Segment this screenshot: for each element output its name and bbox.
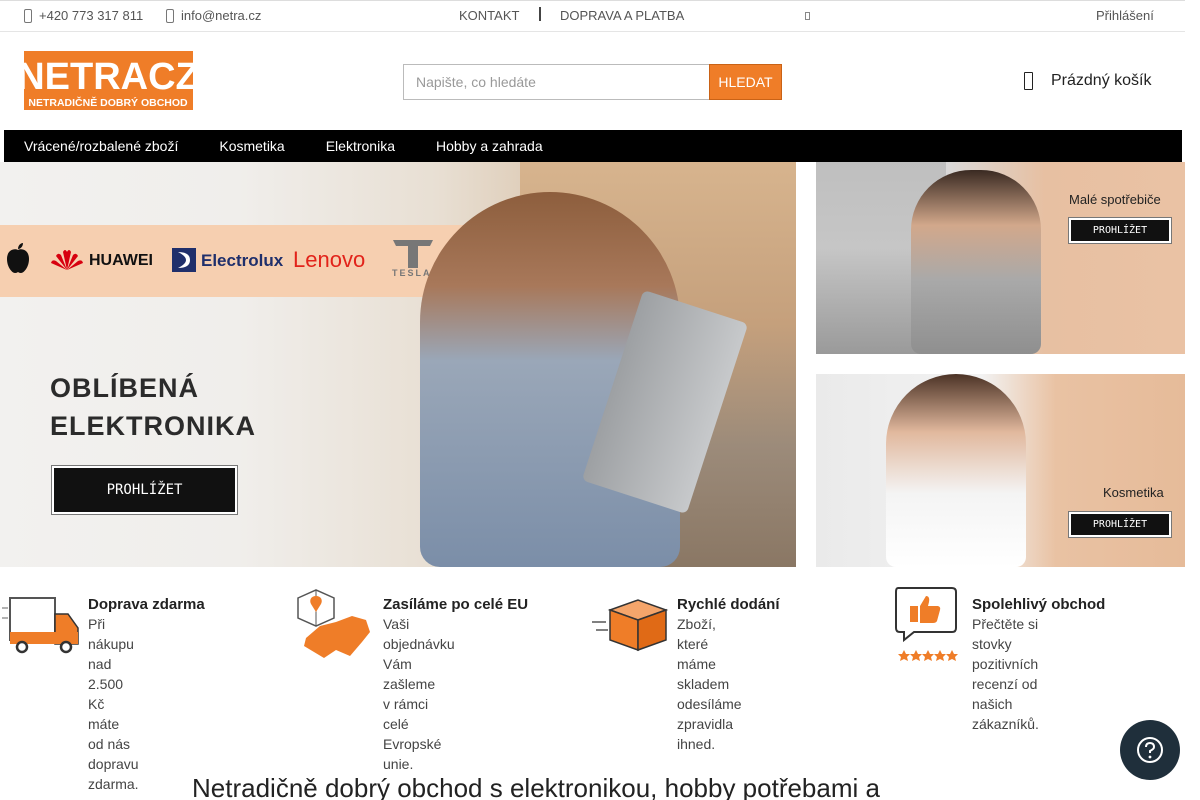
flag-icon[interactable]: [805, 12, 810, 20]
help-button[interactable]: [1120, 720, 1180, 780]
link-kontakt[interactable]: KONTAKT: [459, 8, 519, 23]
phone-contact[interactable]: +420 773 317 811: [24, 8, 143, 23]
phone-icon: [24, 8, 32, 23]
feature-text-line: recenzí od našich zákazníků.: [972, 676, 1039, 732]
feature-text-line: Zboží, které máme skladem: [677, 616, 730, 692]
feature-text-line: odesíláme zpravidla ihned.: [677, 696, 742, 752]
nav-item-electronics[interactable]: Elektronika: [326, 130, 395, 162]
link-doprava-label[interactable]: DOPRAVA A PLATBA: [560, 8, 684, 23]
brand-huawei: HUAWEI: [89, 252, 153, 269]
hero-headline-line1: OBLÍBENÁ: [50, 373, 199, 403]
brand-lenovo: Lenovo: [293, 247, 366, 272]
login-label[interactable]: Přihlášení: [1096, 8, 1154, 23]
apple-logo-icon: [7, 243, 29, 273]
top-bar: +420 773 317 811 info@netra.cz KONTAKT D…: [0, 0, 1185, 32]
banner-cosmetics-title: Kosmetika: [1103, 485, 1164, 500]
link-kontakt-label[interactable]: KONTAKT: [459, 8, 519, 23]
hero-headline: OBLÍBENÁ ELEKTRONIKA: [50, 369, 256, 445]
link-doprava[interactable]: DOPRAVA A PLATBA: [560, 8, 684, 23]
email-contact[interactable]: info@netra.cz: [166, 8, 261, 23]
cart-icon: [1024, 72, 1033, 90]
feature-text: Zboží, které máme skladem odesíláme zpra…: [677, 614, 742, 754]
feature-text-line: Při nákupu nad 2.500 Kč máte: [88, 616, 134, 732]
feature-text: Přečtěte si stovky pozitivních recenzí o…: [972, 614, 1039, 734]
cart[interactable]: Prázdný košík: [1024, 72, 1151, 90]
feature-text-line: od nás dopravu zdarma.: [88, 736, 139, 792]
mail-icon: [166, 8, 174, 23]
logo-wordmark: NETRACZ: [24, 56, 193, 98]
feature-title: Spolehlivý obchod: [972, 596, 1106, 613]
email-address[interactable]: info@netra.cz: [181, 8, 261, 23]
banner-woman-cream-image: [886, 374, 1026, 567]
hero-banner[interactable]: HUAWEI Electrolux Lenovo TESLA OBLÍBENÁ …: [0, 162, 796, 567]
huawei-logo-icon: [51, 250, 83, 270]
logo-graphic: NETRACZ NETRADIČNĚ DOBRÝ OBCHOD: [17, 51, 199, 110]
nav-item-returned[interactable]: Vrácené/rozbalené zboží: [24, 130, 178, 162]
site-logo[interactable]: NETRACZ NETRADIČNĚ DOBRÝ OBCHOD: [17, 51, 199, 110]
europe-map-icon: [297, 589, 370, 658]
delivery-truck-icon: [2, 597, 79, 654]
electrolux-logo-icon: [172, 248, 196, 272]
hero-headline-line2: ELEKTRONIKA: [50, 411, 256, 441]
fast-box-icon: [592, 599, 669, 652]
search-input[interactable]: [403, 64, 709, 100]
banner-cosmetics-button[interactable]: PROHLÍŽET: [1068, 511, 1172, 538]
feature-text-line: Přečtěte si stovky pozitivních: [972, 616, 1039, 672]
search-bar: HLEDAT: [403, 64, 782, 100]
cart-label[interactable]: Prázdný košík: [1051, 72, 1151, 90]
feature-text-line: Vaši objednávku Vám zašleme: [383, 616, 455, 692]
thumbs-up-rating-icon: [895, 587, 958, 661]
feature-text: Při nákupu nad 2.500 Kč máte od nás dopr…: [88, 614, 139, 794]
banner-cosmetics[interactable]: Kosmetika PROHLÍŽET: [816, 374, 1185, 567]
search-button[interactable]: HLEDAT: [709, 64, 782, 100]
banner-small-appliances-button[interactable]: PROHLÍŽET: [1068, 217, 1172, 244]
feature-title: Rychlé dodání: [677, 596, 780, 613]
main-nav: Vrácené/rozbalené zboží Kosmetika Elektr…: [4, 130, 1182, 162]
nav-item-hobby[interactable]: Hobby a zahrada: [436, 130, 543, 162]
banner-small-appliances[interactable]: Malé spotřebiče PROHLÍŽET: [816, 162, 1185, 354]
brand-tesla: TESLA: [392, 268, 432, 278]
banner-woman-coffee-image: [911, 170, 1041, 354]
topbar-separator: [539, 7, 541, 21]
feature-title: Zasíláme po celé EU: [383, 596, 529, 613]
logo-tagline: NETRADIČNĚ DOBRÝ OBCHOD: [28, 96, 188, 109]
login-link[interactable]: Přihlášení: [1096, 8, 1154, 23]
feature-text-line: v rámci celé Evropské unie.: [383, 696, 442, 772]
nav-item-cosmetics[interactable]: Kosmetika: [219, 130, 284, 162]
phone-number[interactable]: +420 773 317 811: [39, 8, 143, 23]
banner-small-appliances-title: Malé spotřebiče: [1069, 192, 1161, 207]
brand-electrolux: Electrolux: [201, 251, 284, 270]
hero-browse-button[interactable]: PROHLÍŽET: [51, 465, 238, 515]
feature-text: Vaši objednávku Vám zašleme v rámci celé…: [383, 614, 455, 774]
feature-title: Doprava zdarma: [88, 596, 205, 613]
page-heading: Netradičně dobrý obchod s elektronikou, …: [192, 773, 880, 800]
question-icon: [1137, 737, 1163, 763]
